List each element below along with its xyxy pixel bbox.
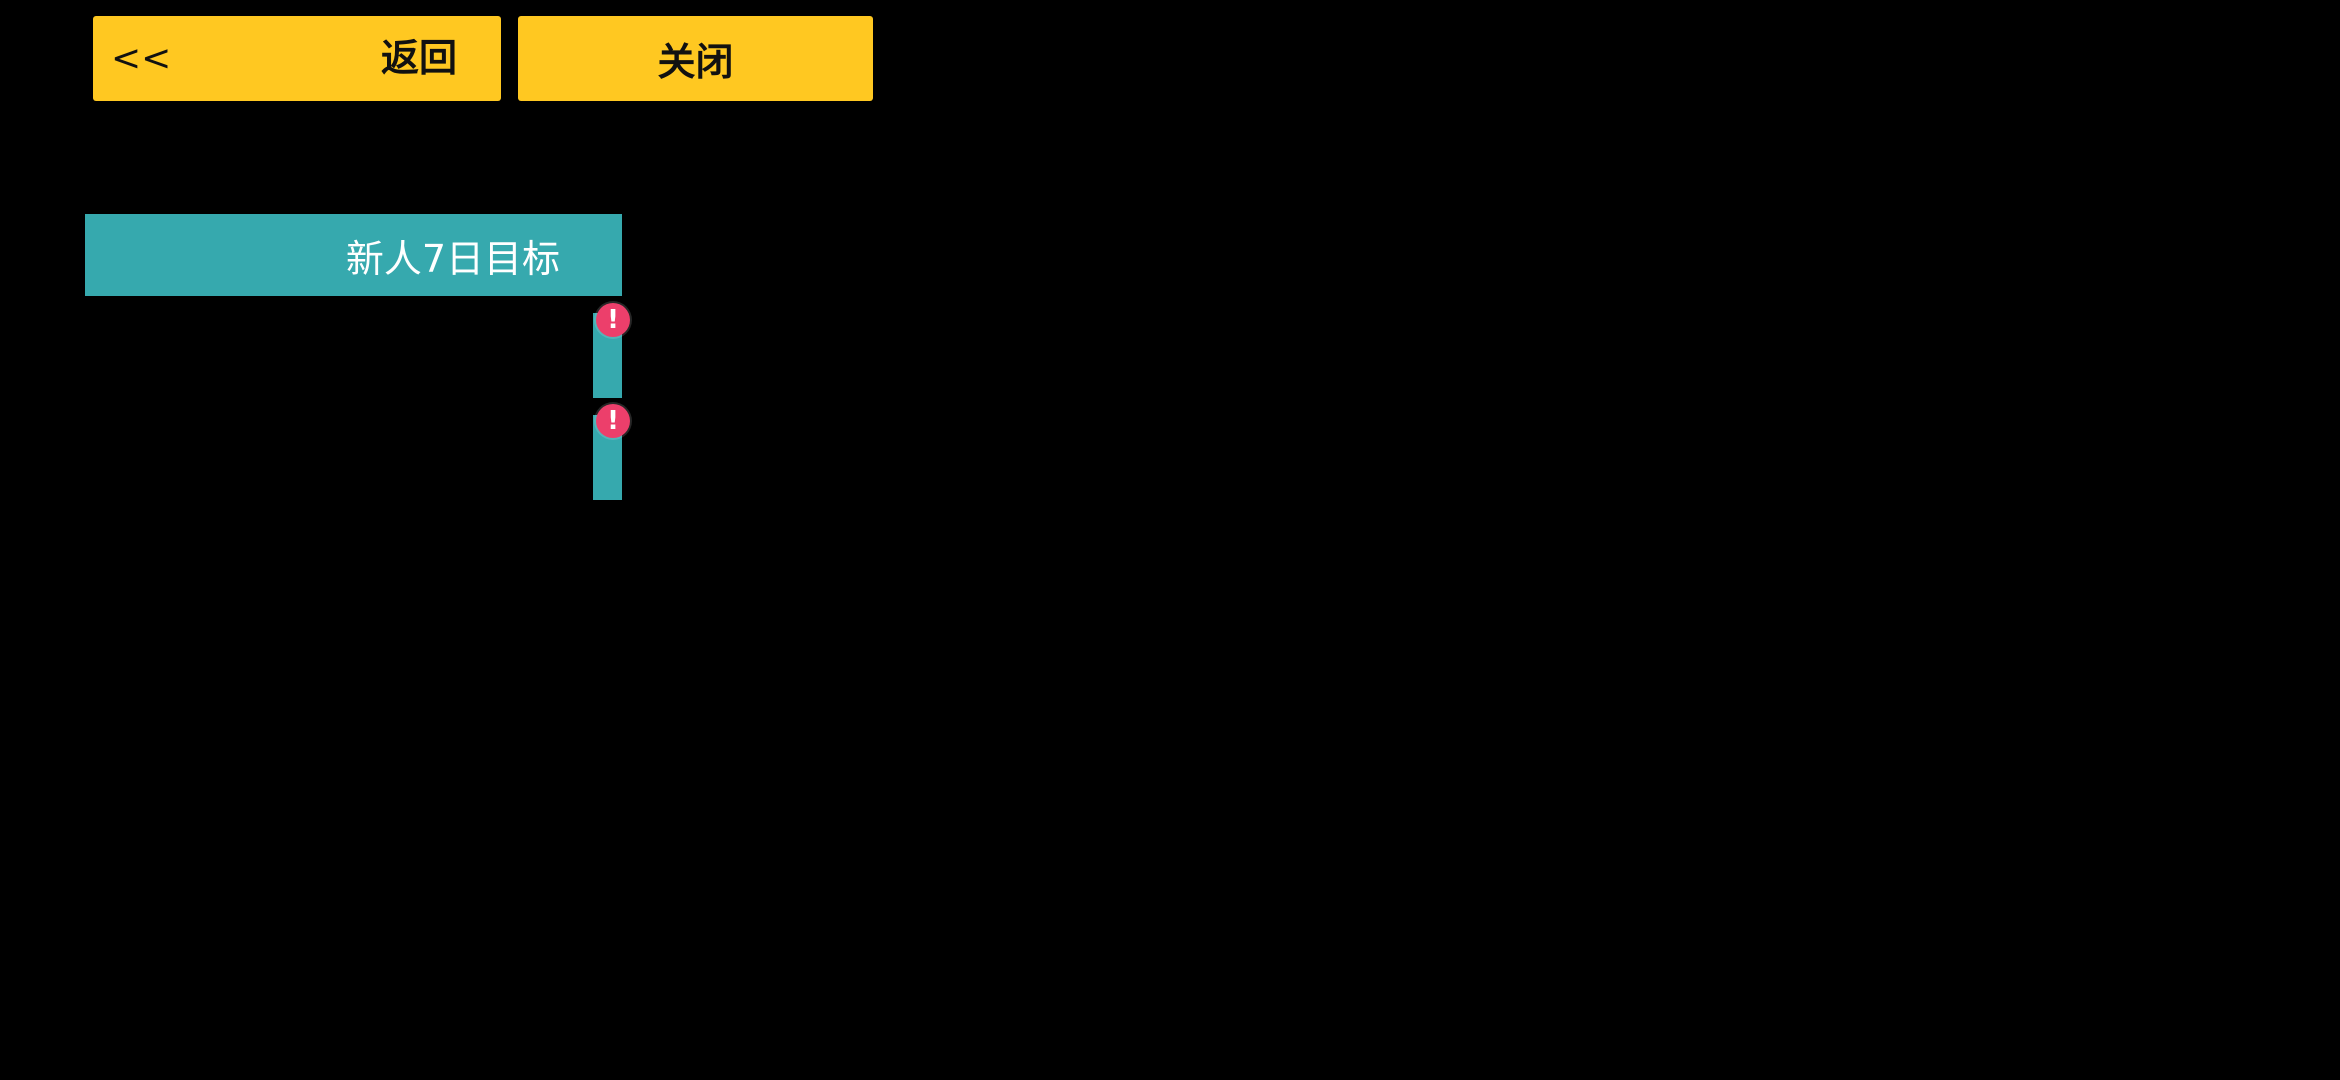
close-button[interactable]: 关闭 bbox=[518, 16, 873, 101]
double-chevron-left-icon: << bbox=[111, 38, 172, 79]
screen-root: << 返回 关闭 新人7日目标 ! ! bbox=[0, 0, 2340, 1080]
exclamation-icon: ! bbox=[596, 303, 630, 337]
exclamation-icon: ! bbox=[596, 404, 630, 438]
tab-newbie-7-day-goal[interactable]: 新人7日目标 bbox=[85, 214, 622, 296]
back-button[interactable]: << 返回 bbox=[93, 16, 501, 101]
close-button-label: 关闭 bbox=[657, 40, 734, 84]
back-button-label: 返回 bbox=[381, 36, 458, 80]
tab-newbie-7-day-goal-label: 新人7日目标 bbox=[345, 236, 560, 281]
